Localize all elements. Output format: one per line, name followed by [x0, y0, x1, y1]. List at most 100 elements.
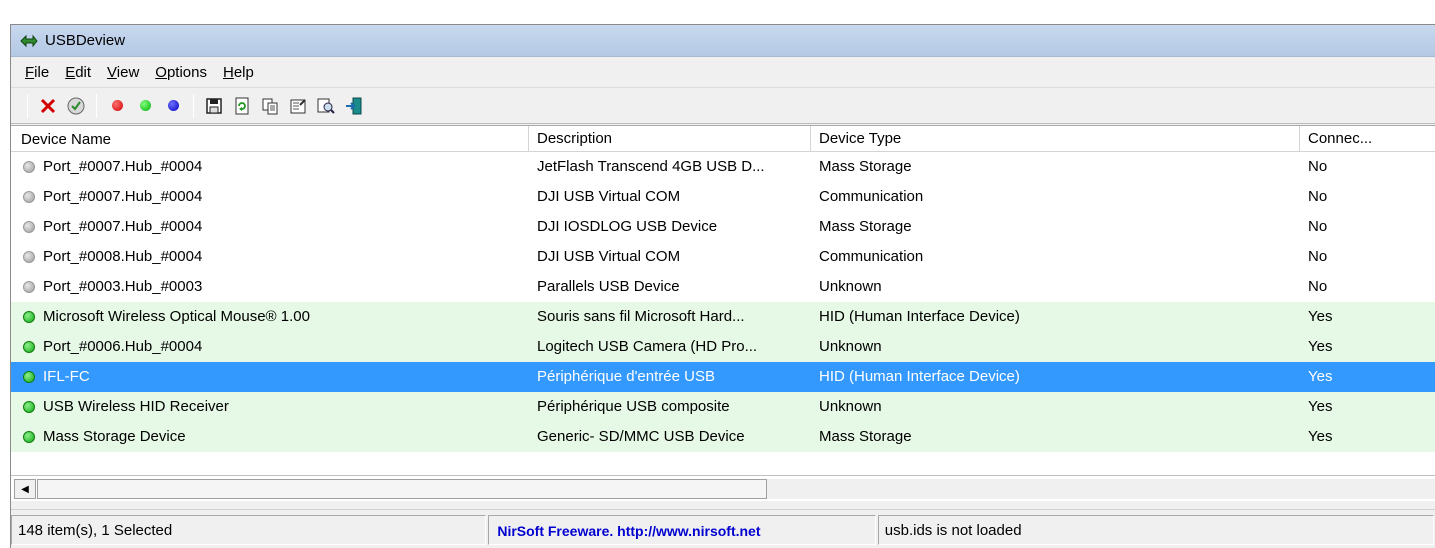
table-row[interactable]: Port_#0007.Hub_#0004 DJI IOSDLOG USB Devi… [11, 212, 1435, 242]
menu-view[interactable]: View [99, 64, 147, 81]
menu-edit[interactable]: Edit [57, 64, 99, 81]
device-type-cell: Unknown [819, 338, 882, 355]
menu-bar: File Edit View Options Help [11, 57, 1435, 88]
device-type-cell: Communication [819, 188, 924, 205]
connected-cell: Yes [1308, 338, 1333, 355]
connected-status-icon [23, 431, 35, 443]
usbdeview-window: USBDeview File Edit View Options Help De… [10, 24, 1435, 548]
table-row[interactable]: Port_#0006.Hub_#0004 Logitech USB Camera … [11, 332, 1435, 362]
disconnected-status-icon [23, 191, 35, 203]
device-name: Port_#0007.Hub_#0004 [43, 218, 203, 235]
device-rows: Port_#0007.Hub_#0004 JetFlash Transcend 4… [11, 152, 1435, 452]
menu-file[interactable]: File [17, 64, 57, 81]
scrollbar-thumb[interactable] [37, 479, 767, 499]
description-cell: DJI USB Virtual COM [537, 188, 681, 205]
column-header-device-type[interactable]: Device Type [811, 126, 1300, 152]
device-name-cell: Port_#0007.Hub_#0004 [11, 182, 529, 212]
refresh-button[interactable] [229, 93, 255, 119]
toolbar [11, 88, 1435, 124]
device-name: Port_#0006.Hub_#0004 [43, 338, 203, 355]
menu-options-rest: ptions [166, 63, 207, 81]
green-dot-icon [139, 100, 151, 111]
menu-help-rest: elp [233, 63, 254, 81]
device-name: Port_#0007.Hub_#0004 [43, 158, 203, 175]
device-name: Port_#0003.Hub_#0003 [43, 278, 203, 295]
horizontal-scrollbar[interactable]: ◀ [11, 475, 1435, 501]
status-nirsoft-link[interactable]: NirSoft Freeware. http://www.nirsoft.net [488, 514, 876, 545]
uninstall-button[interactable] [35, 93, 61, 119]
green-dot-button[interactable] [132, 93, 158, 119]
copy-icon [262, 98, 278, 114]
device-type-cell: Unknown [819, 278, 882, 295]
table-row[interactable]: Port_#0007.Hub_#0004 DJI USB Virtual COM C… [11, 182, 1435, 212]
connected-cell: Yes [1308, 428, 1333, 445]
blue-dot-button[interactable] [160, 93, 186, 119]
save-button[interactable] [201, 93, 227, 119]
toolbar-separator [96, 93, 97, 118]
description-cell: Generic- SD/MMC USB Device [537, 428, 745, 445]
disable-button[interactable] [63, 93, 89, 119]
device-name-cell: Port_#0003.Hub_#0003 [11, 272, 529, 302]
device-name-cell: Port_#0008.Hub_#0004 [11, 242, 529, 272]
status-usbids: usb.ids is not loaded [877, 514, 1434, 545]
menu-help[interactable]: Help [215, 64, 262, 81]
connected-status-icon [23, 401, 35, 413]
table-row[interactable]: Microsoft Wireless Optical Mouse® 1.00 So… [11, 302, 1435, 332]
properties-button[interactable] [285, 93, 311, 119]
device-name: Port_#0007.Hub_#0004 [43, 188, 203, 205]
scroll-left-arrow-icon[interactable]: ◀ [14, 479, 36, 499]
table-row[interactable]: IFL-FC Périphérique d'entrée USB HID (Huma… [11, 362, 1435, 392]
exit-icon [346, 97, 362, 114]
column-header-device-name[interactable]: Device Name [11, 126, 529, 152]
device-type-cell: Communication [819, 248, 924, 265]
table-row[interactable]: Port_#0008.Hub_#0004 DJI USB Virtual COM C… [11, 242, 1435, 272]
device-name-cell: Port_#0007.Hub_#0004 [11, 152, 529, 182]
disable-icon [67, 97, 85, 114]
table-row[interactable]: Mass Storage Device Generic- SD/MMC USB D… [11, 422, 1435, 452]
table-row[interactable]: Port_#0003.Hub_#0003 Parallels USB Device… [11, 272, 1435, 302]
find-button[interactable] [313, 93, 339, 119]
menu-edit-rest: dit [75, 63, 92, 81]
disconnected-status-icon [23, 251, 35, 263]
toolbar-separator [193, 93, 194, 118]
description-cell: Périphérique USB composite [537, 398, 730, 415]
connected-cell: No [1308, 248, 1328, 265]
uninstall-icon [40, 98, 56, 113]
disconnected-status-icon [23, 281, 35, 293]
title-bar[interactable]: USBDeview [11, 25, 1435, 57]
red-dot-button[interactable] [104, 93, 130, 119]
table-row[interactable]: USB Wireless HID Receiver Périphérique US… [11, 392, 1435, 422]
column-header-description[interactable]: Description [529, 126, 811, 152]
device-name-cell: IFL-FC [11, 362, 529, 392]
table-row[interactable]: Port_#0007.Hub_#0004 JetFlash Transcend 4… [11, 152, 1435, 182]
device-name: IFL-FC [43, 368, 90, 385]
device-name-cell: Port_#0007.Hub_#0004 [11, 212, 529, 242]
menu-options[interactable]: Options [147, 64, 215, 81]
list-header: Device Name Description Device Type Conn… [11, 126, 1435, 152]
connected-cell: Yes [1308, 398, 1333, 415]
menu-file-rest: ile [34, 63, 50, 81]
connected-cell: No [1308, 278, 1328, 295]
connected-cell: Yes [1308, 308, 1333, 325]
red-dot-icon [111, 100, 123, 111]
column-header-connected[interactable]: Connec... [1300, 126, 1435, 152]
description-cell: DJI IOSDLOG USB Device [537, 218, 718, 235]
copy-button[interactable] [257, 93, 283, 119]
exit-button[interactable] [341, 93, 367, 119]
description-cell: Souris sans fil Microsoft Hard... [537, 308, 745, 325]
device-name-cell: USB Wireless HID Receiver [11, 392, 529, 422]
description-cell: Périphérique d'entrée USB [537, 368, 715, 385]
window-title: USBDeview [45, 32, 126, 49]
device-type-cell: HID (Human Interface Device) [819, 368, 1020, 385]
usb-app-icon [19, 32, 39, 50]
status-bar: 148 item(s), 1 Selected NirSoft Freeware… [11, 509, 1435, 548]
description-cell: JetFlash Transcend 4GB USB D... [537, 158, 765, 175]
menu-view-rest: iew [116, 63, 140, 81]
device-name: Mass Storage Device [43, 428, 186, 445]
connected-cell: No [1308, 158, 1328, 175]
device-type-cell: Unknown [819, 398, 882, 415]
save-icon [206, 97, 222, 114]
scrollbar-track[interactable] [767, 479, 1435, 499]
device-list[interactable]: Device Name Description Device Type Conn… [11, 125, 1435, 487]
device-name: Microsoft Wireless Optical Mouse® 1.00 [43, 308, 310, 325]
